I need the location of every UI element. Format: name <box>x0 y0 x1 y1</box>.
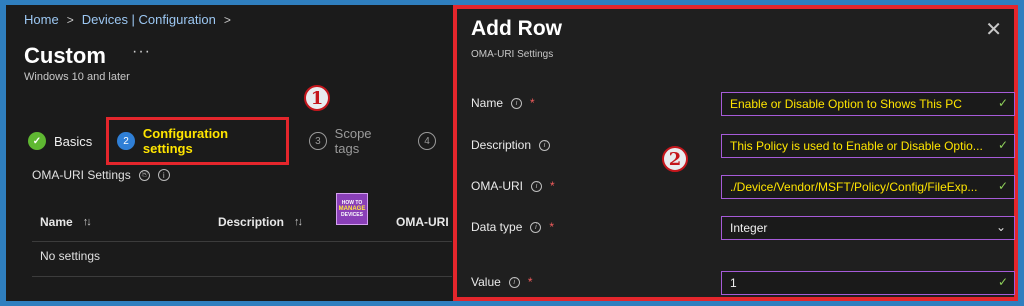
info-icon[interactable]: i <box>531 180 542 192</box>
step-configuration-settings[interactable]: 2 Configuration settings <box>106 117 290 165</box>
step-number: 2 <box>117 132 135 150</box>
description-input[interactable]: This Policy is used to Enable or Disable… <box>721 134 1015 158</box>
required-asterisk: * <box>530 96 535 110</box>
description-row: Description i This Policy is used to Ena… <box>471 134 1015 158</box>
settings-table-header: Name ↑↓ Description ↑↓ OMA-URI <box>32 211 452 235</box>
field-label: Value <box>471 275 501 289</box>
required-asterisk: * <box>527 275 533 289</box>
divider <box>32 241 452 242</box>
info-icon[interactable]: i <box>508 276 520 288</box>
field-label: OMA-URI <box>471 179 523 193</box>
breadcrumb-devices-configuration[interactable]: Devices | Configuration <box>82 12 216 27</box>
data-type-dropdown[interactable]: Integer ⌄ <box>721 216 1015 240</box>
panel-title: Add Row <box>471 17 562 40</box>
oma-uri-input[interactable]: ./Device/Vendor/MSFT/Policy/Config/FileE… <box>721 175 1015 199</box>
oma-uri-label: OMA-URI i * <box>471 179 555 193</box>
info-icon[interactable]: i <box>539 139 551 151</box>
panel-subtitle: OMA-URI Settings <box>471 49 554 60</box>
more-options-icon[interactable]: ··· <box>132 43 151 61</box>
required-asterisk: * <box>549 220 555 234</box>
field-label: Name <box>471 96 504 110</box>
step-number: 3 <box>309 132 327 150</box>
page-subtitle: Windows 10 and later <box>24 71 130 83</box>
breadcrumb: Home > Devices | Configuration > <box>24 12 231 27</box>
step-label: Basics <box>54 133 93 149</box>
value-input[interactable]: 1 ✓ <box>721 271 1015 295</box>
field-value: 1 <box>730 276 737 290</box>
checkmark-icon: ✓ <box>997 138 1008 152</box>
step-scope-tags[interactable]: 3 Scope tags <box>309 126 398 156</box>
column-label: Description <box>218 215 285 229</box>
column-label: OMA-URI <box>396 215 449 229</box>
data-type-row: Data type i * Integer ⌄ <box>471 216 1015 240</box>
step-basics[interactable]: ✓ Basics <box>28 132 92 150</box>
field-label: Description <box>471 138 532 152</box>
info-icon[interactable]: i <box>530 221 542 233</box>
name-input[interactable]: Enable or Disable Option to Shows This P… <box>721 92 1015 116</box>
sort-icon[interactable]: ↑↓ <box>83 216 92 228</box>
section-title: OMA-URI Settings <box>32 168 131 182</box>
field-value: Enable or Disable Option to Shows This P… <box>730 97 962 111</box>
wizard-steps: ✓ Basics 2 Configuration settings 3 Scop… <box>28 117 456 165</box>
field-value: ./Device/Vendor/MSFT/Policy/Config/FileE… <box>730 180 978 194</box>
column-label: Name <box>40 215 73 229</box>
custom-profile-page: Home > Devices | Configuration > Custom … <box>6 5 456 301</box>
checkmark-icon: ✓ <box>997 179 1008 193</box>
field-label: Data type <box>471 220 523 234</box>
page-title: Custom <box>24 43 106 68</box>
field-value: This Policy is used to Enable or Disable… <box>730 139 983 153</box>
copy-icon[interactable]: ⎘ <box>138 169 150 181</box>
checkmark-icon: ✓ <box>997 275 1008 289</box>
chevron-down-icon: ⌄ <box>995 220 1006 234</box>
column-header-name[interactable]: Name ↑↓ <box>40 215 92 229</box>
name-label: Name i * <box>471 96 535 110</box>
step-number: 4 <box>418 132 436 150</box>
info-icon[interactable]: i <box>511 97 523 109</box>
chevron-right-icon: > <box>66 12 74 27</box>
empty-table-message: No settings <box>40 249 101 263</box>
checkmark-icon: ✓ <box>997 96 1008 110</box>
close-icon[interactable]: ✕ <box>985 17 1002 42</box>
divider <box>32 276 452 277</box>
data-type-label: Data type i * <box>471 220 554 234</box>
field-value: Integer <box>730 221 768 235</box>
step-label: Scope tags <box>334 126 372 156</box>
info-icon[interactable]: i <box>157 169 170 181</box>
description-label: Description i <box>471 138 551 152</box>
callout-marker-1: 1 <box>304 85 330 111</box>
oma-uri-row: OMA-URI i * ./Device/Vendor/MSFT/Policy/… <box>471 175 1015 199</box>
breadcrumb-home[interactable]: Home <box>24 12 59 27</box>
required-asterisk: * <box>550 179 555 193</box>
name-row: Name i * Enable or Disable Option to Sho… <box>471 92 1015 116</box>
value-row: Value i * 1 ✓ <box>471 271 1015 295</box>
value-label: Value i * <box>471 275 532 289</box>
chevron-right-icon: > <box>223 12 231 27</box>
step-label: Configuration settings <box>142 126 229 156</box>
screenshot-frame: Home > Devices | Configuration > Custom … <box>6 5 1018 301</box>
column-header-description[interactable]: Description ↑↓ <box>218 215 303 229</box>
add-row-panel: Add Row OMA-URI Settings ✕ 2 Name i * En… <box>453 5 1018 301</box>
oma-uri-settings-section: OMA-URI Settings ⎘ i <box>32 168 170 182</box>
sort-icon[interactable]: ↑↓ <box>294 216 303 228</box>
step-4[interactable]: 4 <box>418 132 436 150</box>
column-header-oma-uri[interactable]: OMA-URI <box>396 215 449 229</box>
checkmark-icon: ✓ <box>28 132 46 150</box>
